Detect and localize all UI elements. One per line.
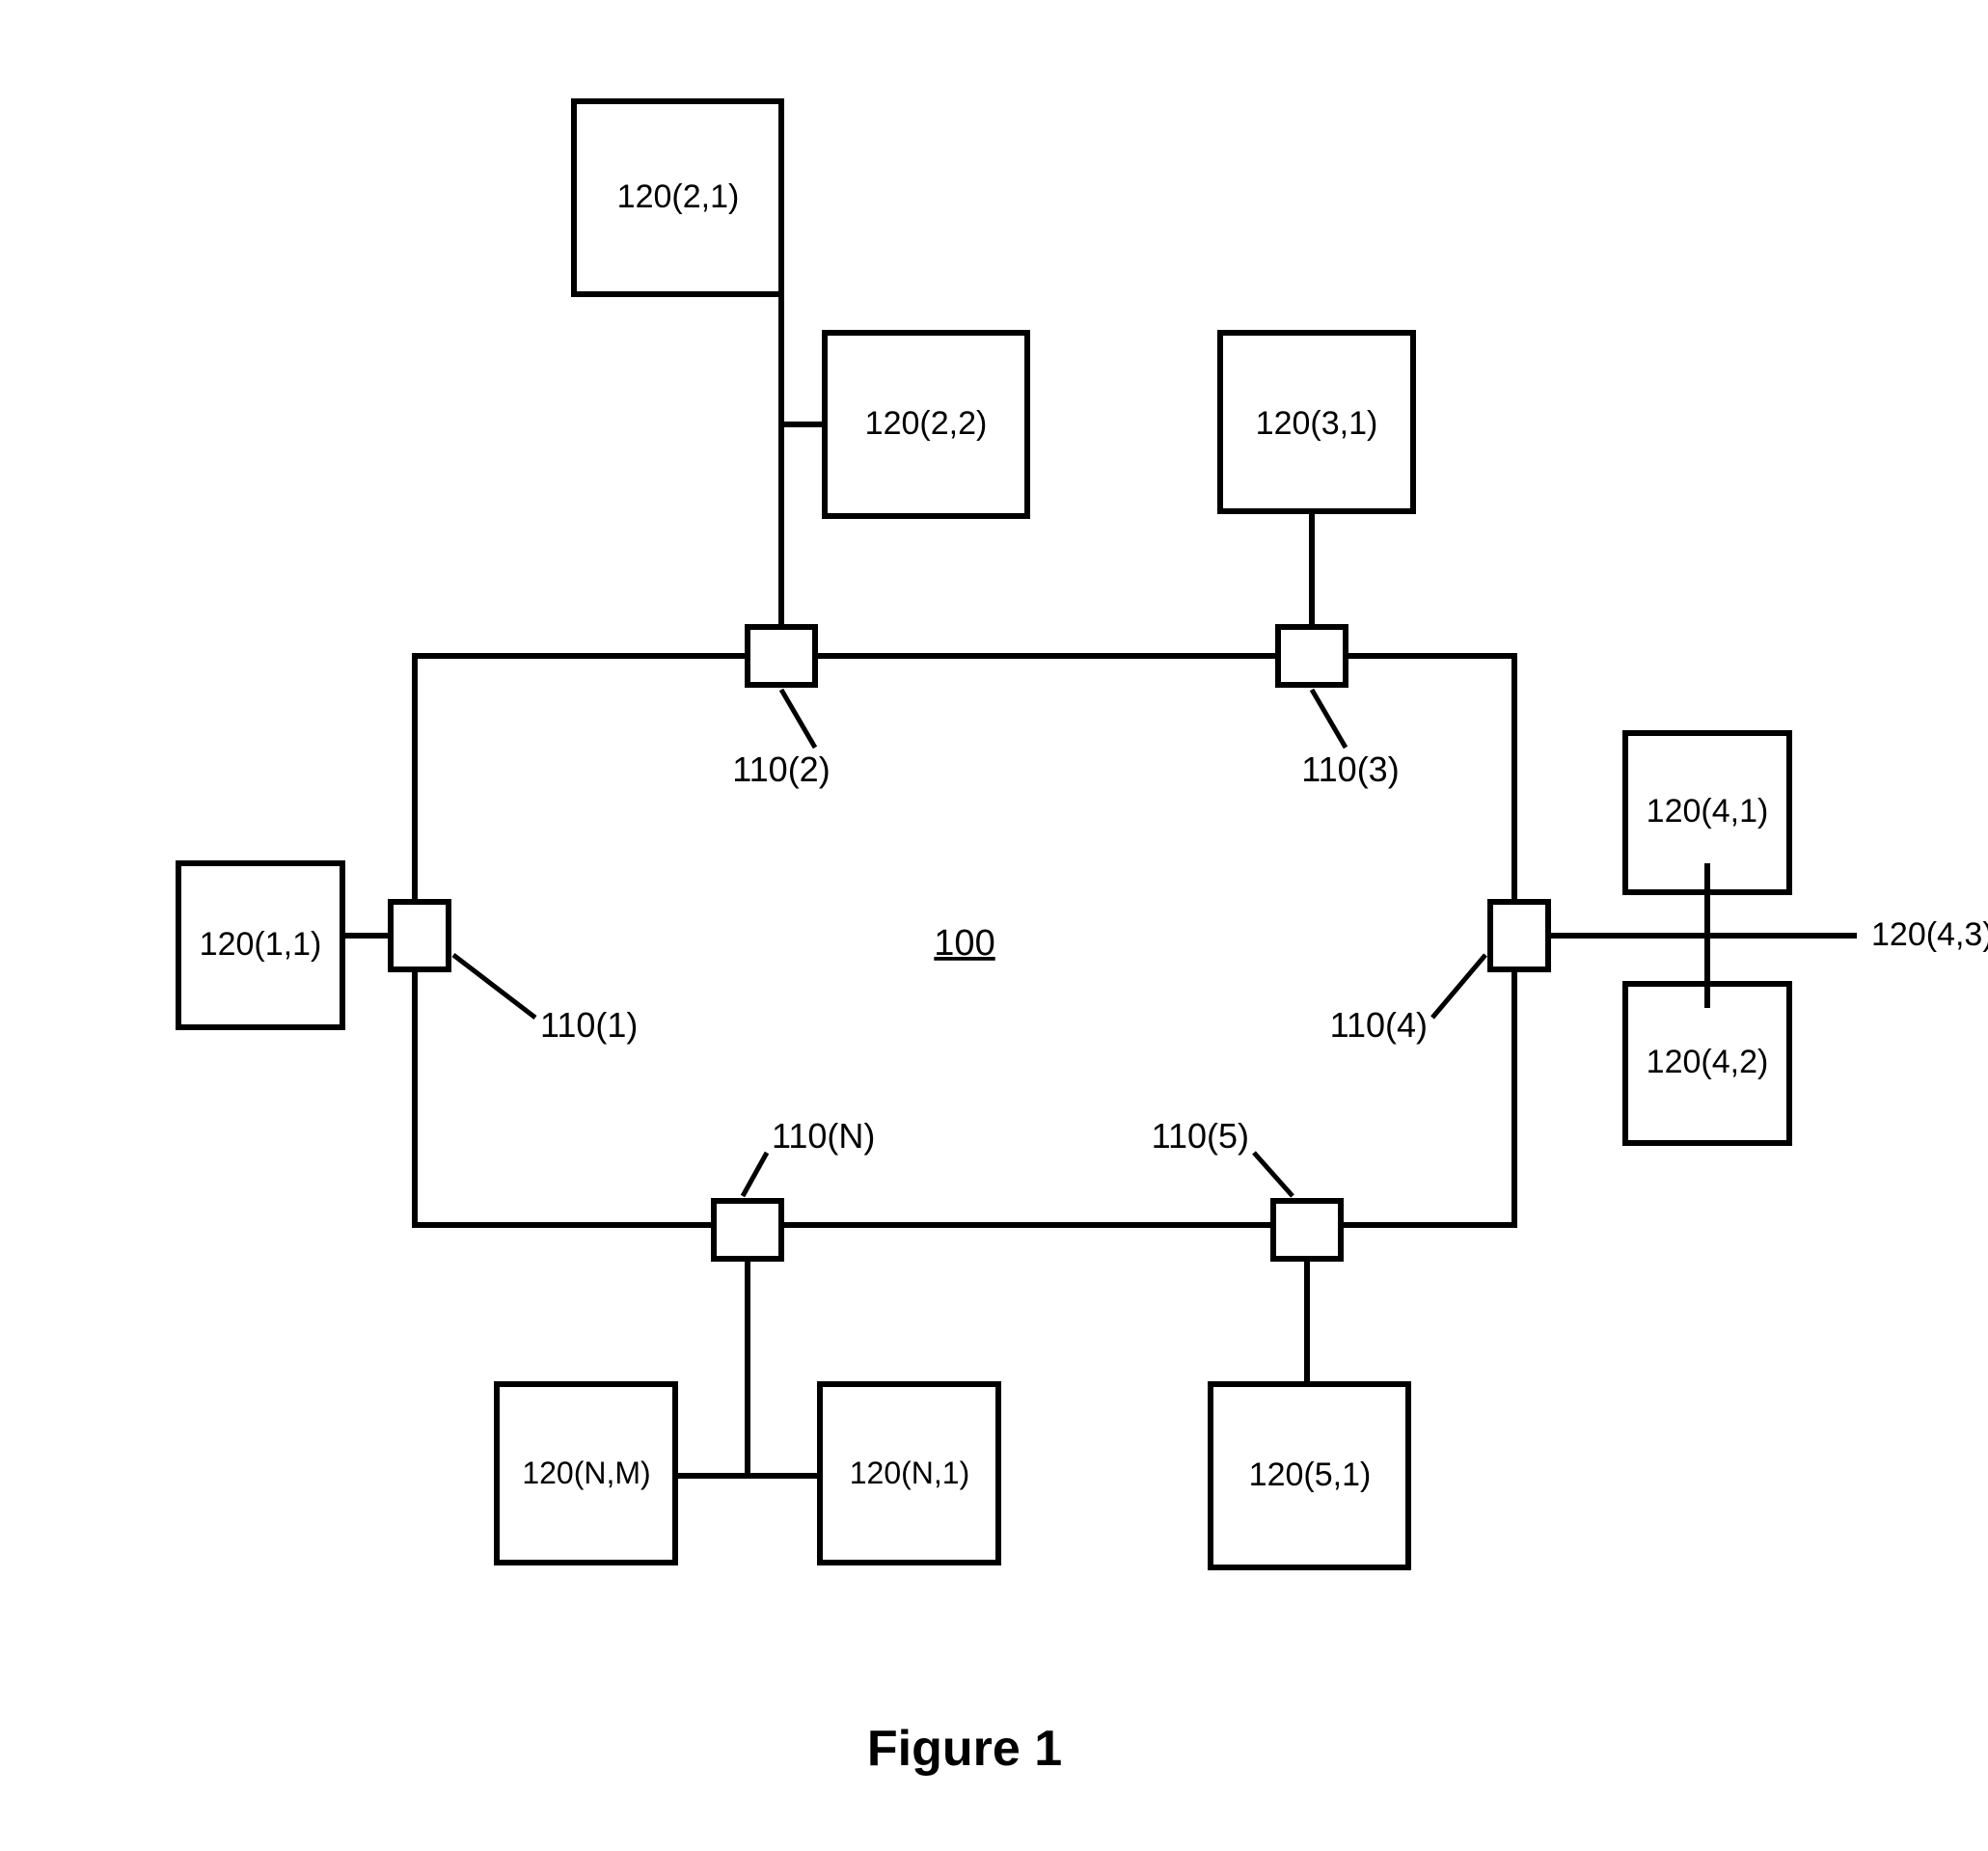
node-3-1-label: 120(3,1) <box>1256 405 1378 442</box>
port-4-leader <box>1432 955 1485 1018</box>
port-N-label: 110(N) <box>772 1116 875 1156</box>
port-4 <box>1490 902 1548 969</box>
diagram-canvas: 100 110(1) 120(1,1) 110(2) 120(2,1) 120(… <box>0 0 1988 1851</box>
node-1-1-label: 120(1,1) <box>200 926 322 963</box>
port-2 <box>748 627 815 685</box>
port-2-leader <box>781 690 815 748</box>
port-4-label: 110(4) <box>1330 1005 1428 1045</box>
figure-caption: Figure 1 <box>867 1721 1062 1777</box>
node-N-1-label: 120(N,1) <box>850 1456 970 1490</box>
node-5-1-label: 120(5,1) <box>1249 1456 1372 1493</box>
port-N <box>714 1201 781 1259</box>
port-3-label: 110(3) <box>1301 749 1399 789</box>
node-4-2-label: 120(4,2) <box>1647 1044 1769 1080</box>
port-2-label: 110(2) <box>732 749 830 789</box>
port-1-leader <box>453 955 535 1018</box>
port-5 <box>1273 1201 1341 1259</box>
port-5-leader <box>1254 1153 1293 1196</box>
node-2-1-label: 120(2,1) <box>617 178 740 215</box>
port-1-label: 110(1) <box>540 1005 638 1045</box>
port-5-label: 110(5) <box>1152 1116 1249 1156</box>
port-N-leader <box>743 1153 767 1196</box>
node-4-1-label: 120(4,1) <box>1647 793 1769 830</box>
central-label: 100 <box>934 923 994 964</box>
node-2-2-label: 120(2,2) <box>865 405 988 442</box>
port-3-leader <box>1312 690 1346 748</box>
node-N-M-label: 120(N,M) <box>522 1456 650 1490</box>
port-1 <box>391 902 449 969</box>
port-3 <box>1278 627 1346 685</box>
node-4-3-label: 120(4,3) <box>1871 916 1988 953</box>
